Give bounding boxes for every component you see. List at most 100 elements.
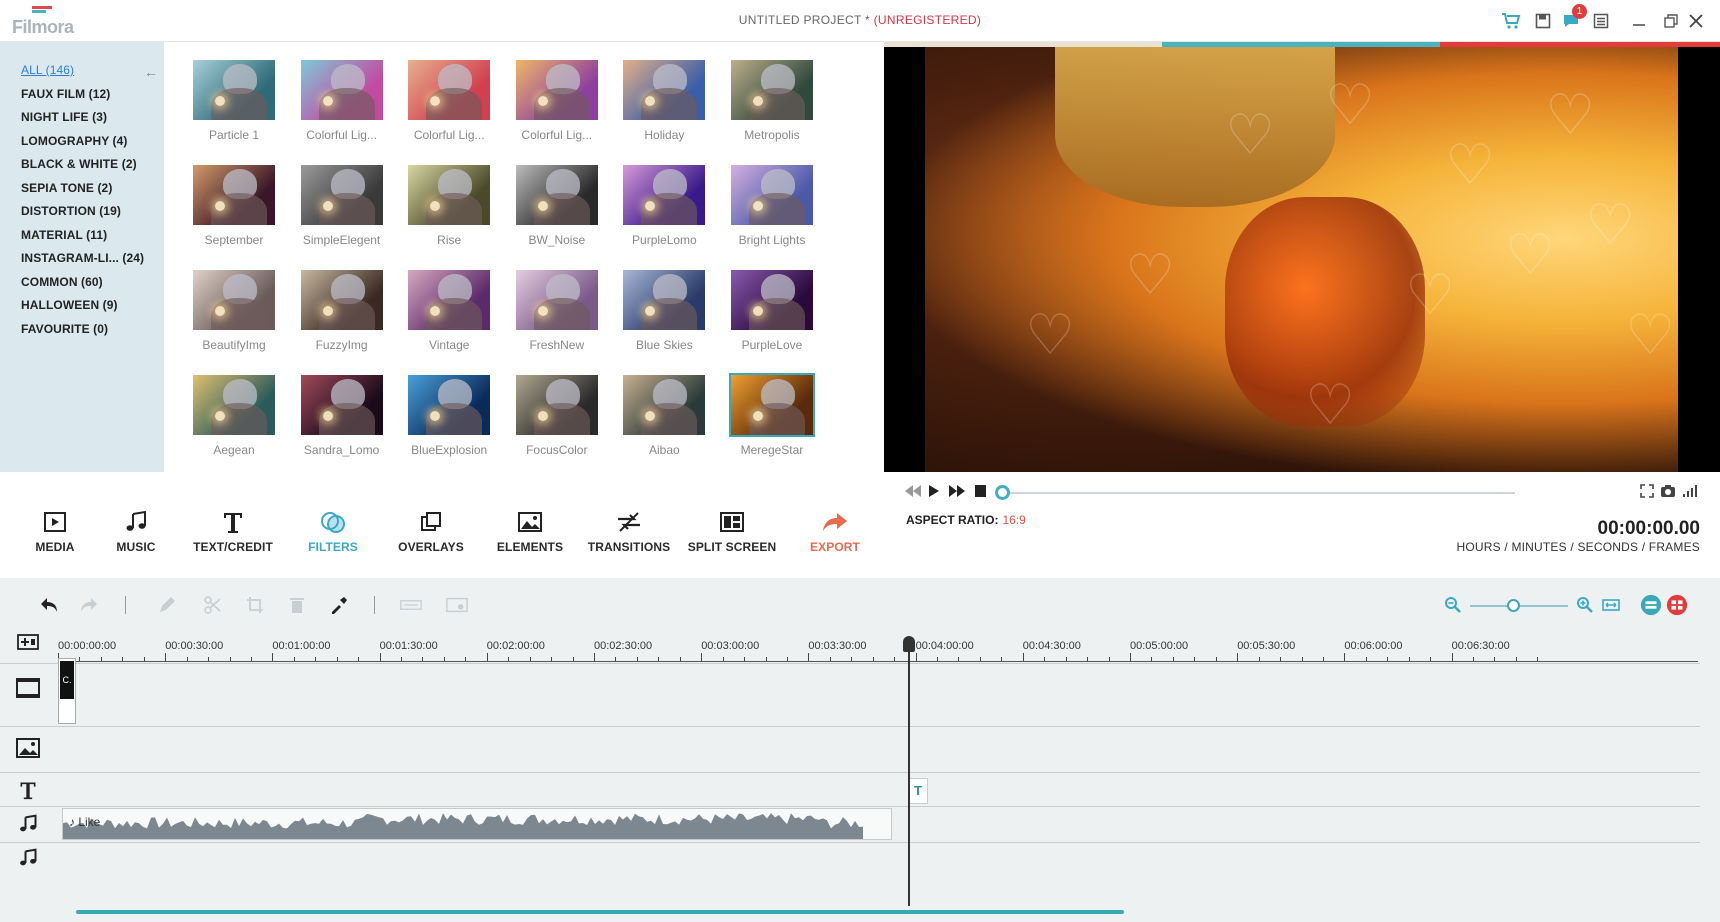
tab-text-credit[interactable]: TEXT/CREDIT	[188, 508, 278, 554]
fullscreen-icon[interactable]	[1640, 484, 1654, 503]
speed-icon[interactable]	[446, 594, 468, 616]
filter-tile[interactable]: FuzzyImg	[298, 268, 386, 360]
filter-tile[interactable]: Metropolis	[728, 58, 816, 150]
delete-trash-icon[interactable]	[286, 594, 308, 616]
category-item[interactable]: DISTORTION (19)	[21, 203, 144, 227]
filter-tile[interactable]: SimpleElegent	[298, 163, 386, 255]
zoom-out-icon[interactable]	[1442, 594, 1464, 616]
category-item[interactable]: ALL (146)	[21, 62, 144, 86]
filters-icon	[288, 508, 378, 536]
filter-label: BlueExplosion	[411, 443, 488, 457]
play-icon[interactable]	[928, 484, 940, 503]
filter-tile[interactable]: PurpleLomo	[620, 163, 708, 255]
filter-tile[interactable]: Particle 1	[190, 58, 278, 150]
filter-tile[interactable]: FreshNew	[513, 268, 601, 360]
timeline-scrollbar[interactable]	[76, 910, 1124, 914]
add-track-icon[interactable]	[14, 630, 42, 654]
zoom-slider-handle[interactable]	[1507, 599, 1520, 612]
snapshot-icon[interactable]	[1660, 484, 1676, 503]
rewind-icon[interactable]	[904, 484, 922, 503]
category-item[interactable]: FAVOURITE (0)	[21, 321, 144, 345]
zoom-in-icon[interactable]	[1574, 594, 1596, 616]
fit-timeline-icon[interactable]	[1600, 594, 1622, 616]
filter-tile[interactable]: PurpleLove	[728, 268, 816, 360]
filter-grid: Particle 1 Colorful Lig... Colorful Lig...…	[190, 58, 816, 465]
playhead[interactable]	[908, 638, 910, 906]
minimize-icon[interactable]	[1628, 10, 1650, 32]
tab-elements[interactable]: ELEMENTS	[485, 508, 575, 554]
audio-detach-icon[interactable]	[400, 594, 422, 616]
text-clip[interactable]: T	[908, 778, 928, 804]
category-item[interactable]: LOMOGRAPHY (4)	[21, 133, 144, 157]
filter-tile[interactable]: Holiday	[620, 58, 708, 150]
record-icon[interactable]	[1666, 594, 1688, 616]
filter-tile[interactable]: Bright Lights	[728, 163, 816, 255]
video-track-icon	[14, 676, 42, 700]
color-picker-icon[interactable]	[328, 594, 350, 616]
undo-icon[interactable]	[38, 594, 60, 616]
ruler-time-label: 00:05:00:00	[1130, 640, 1189, 652]
filter-tile[interactable]: September	[190, 163, 278, 255]
filter-tile[interactable]: Aegean	[190, 373, 278, 465]
scrubber-handle[interactable]	[995, 485, 1010, 500]
redo-icon[interactable]	[78, 594, 100, 616]
filter-tile[interactable]: Colorful Lig...	[298, 58, 386, 150]
tab-transitions[interactable]: TRANSITIONS	[584, 508, 674, 554]
ruler-time-label: 00:02:00:00	[486, 640, 545, 652]
tab-split-screen[interactable]: SPLIT SCREEN	[687, 508, 777, 554]
tab-export[interactable]: EXPORT	[790, 508, 880, 554]
filter-thumbnail	[514, 268, 600, 332]
filter-tile[interactable]: Sandra_Lomo	[298, 373, 386, 465]
playback-controls: ASPECT RATIO: 16:9 00:00:00.00 HOURS / MI…	[884, 472, 1720, 578]
stop-icon[interactable]	[974, 484, 987, 503]
timeline-ruler[interactable]: 00:00:00:00 00:00:30:00 00:01:00:00 00:01:3…	[58, 632, 1698, 662]
notification-badge: 1	[1572, 4, 1587, 19]
tab-overlays[interactable]: OVERLAYS	[386, 508, 476, 554]
filter-tile[interactable]: BlueExplosion	[405, 373, 493, 465]
filter-thumbnail	[514, 373, 600, 437]
filter-tile[interactable]: BeautifyImg	[190, 268, 278, 360]
playback-scrubber[interactable]	[1003, 492, 1515, 494]
track-manager-icon[interactable]	[1640, 594, 1662, 616]
category-item[interactable]: INSTAGRAM-LI... (24)	[21, 250, 144, 274]
filter-tile[interactable]: Colorful Lig...	[405, 58, 493, 150]
audio-clip[interactable]: ♪ Like	[62, 808, 892, 840]
close-icon[interactable]	[1685, 10, 1707, 32]
edit-pencil-icon[interactable]	[156, 594, 178, 616]
back-arrow-icon[interactable]: ←	[144, 64, 158, 80]
menu-icon[interactable]	[1590, 10, 1612, 32]
filter-tile[interactable]: Rise	[405, 163, 493, 255]
split-scissors-icon[interactable]	[202, 594, 224, 616]
filter-tile[interactable]: Blue Skies	[620, 268, 708, 360]
filter-tile[interactable]: Vintage	[405, 268, 493, 360]
aspect-value[interactable]: 16:9	[1002, 513, 1025, 527]
category-item[interactable]: FAUX FILM (12)	[21, 86, 144, 110]
video-clip[interactable]: C.	[58, 658, 76, 724]
tab-media[interactable]: MEDIA	[10, 508, 100, 554]
filter-thumbnail	[299, 58, 385, 122]
volume-icon[interactable]	[1682, 484, 1698, 503]
ruler-time-label: 00:01:30:00	[379, 640, 438, 652]
filter-tile[interactable]: BW_Noise	[513, 163, 601, 255]
filter-tile[interactable]: MeregeStar	[728, 373, 816, 465]
tab-music[interactable]: MUSIC	[91, 508, 181, 554]
category-item[interactable]: SEPIA TONE (2)	[21, 180, 144, 204]
tab-filters[interactable]: FILTERS	[288, 508, 378, 554]
filter-tile[interactable]: Aibao	[620, 373, 708, 465]
crop-icon[interactable]	[244, 594, 266, 616]
filter-tile[interactable]: Colorful Lig...	[513, 58, 601, 150]
save-icon[interactable]	[1532, 10, 1554, 32]
filter-thumbnail	[729, 58, 815, 122]
category-item[interactable]: COMMON (60)	[21, 274, 144, 298]
fast-forward-icon[interactable]	[948, 484, 966, 503]
tab-label: MUSIC	[116, 540, 156, 554]
category-item[interactable]: NIGHT LIFE (3)	[21, 109, 144, 133]
category-item[interactable]: BLACK & WHITE (2)	[21, 156, 144, 180]
restore-icon[interactable]	[1660, 10, 1682, 32]
cart-icon[interactable]	[1500, 10, 1522, 32]
filter-label: Sandra_Lomo	[303, 443, 380, 457]
category-item[interactable]: HALLOWEEN (9)	[21, 297, 144, 321]
filter-label: MeregeStar	[740, 443, 804, 457]
category-item[interactable]: MATERIAL (11)	[21, 227, 144, 251]
filter-tile[interactable]: FocusColor	[513, 373, 601, 465]
